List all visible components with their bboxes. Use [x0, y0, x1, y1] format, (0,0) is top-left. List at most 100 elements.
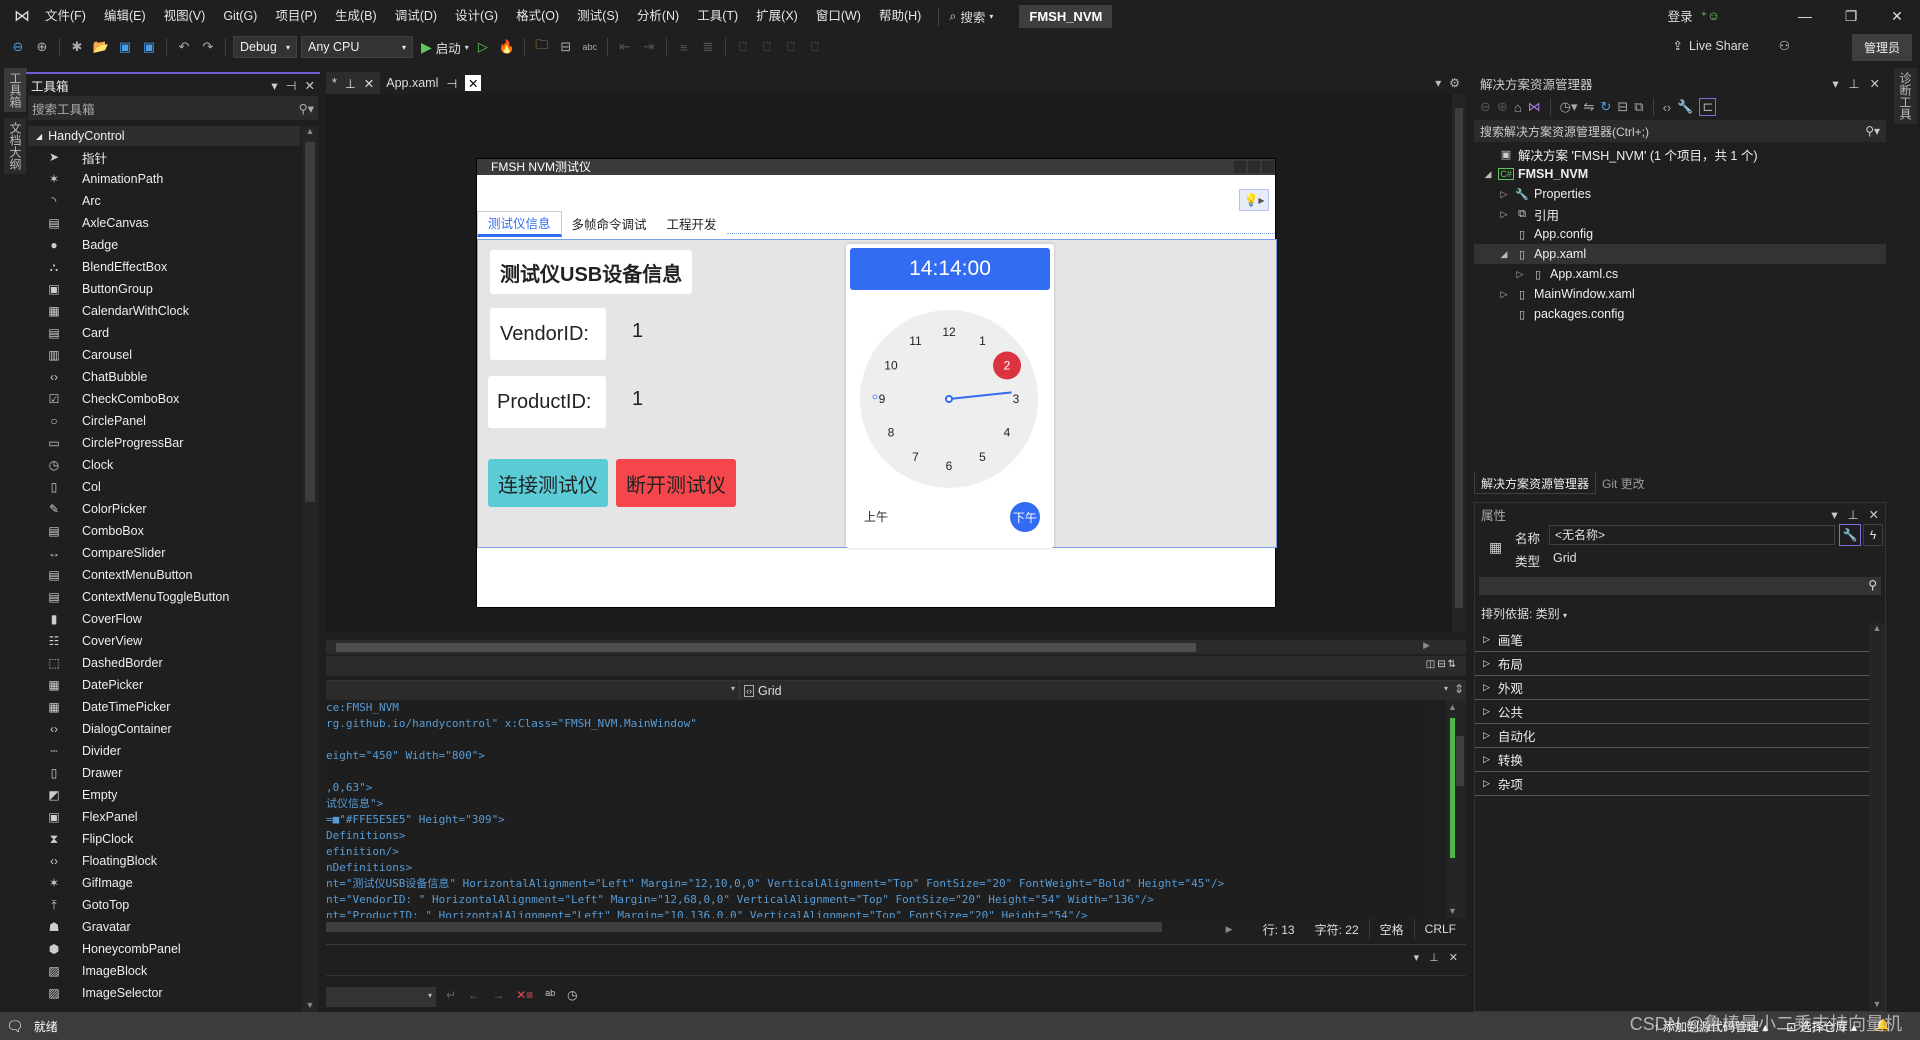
- type-dropdown[interactable]: ▾: [326, 681, 740, 700]
- forward-icon[interactable]: ⊕: [1497, 99, 1508, 115]
- quick-actions-lightbulb-icon[interactable]: 💡 ▶: [1239, 189, 1269, 211]
- property-category[interactable]: ▷ 布局: [1475, 652, 1871, 676]
- clock-face[interactable]: 121234567891011: [860, 310, 1038, 488]
- tab-git-changes[interactable]: Git 更改: [1596, 472, 1651, 494]
- clear-all-icon[interactable]: ✕≡: [516, 988, 533, 1002]
- code-line[interactable]: nt="ProductID: " HorizontalAlignment="Le…: [326, 908, 1426, 918]
- pending-changes-filter-icon[interactable]: ◷▾: [1560, 99, 1578, 115]
- layout-icon[interactable]: ⊟: [556, 37, 576, 57]
- restore-button[interactable]: ❐: [1828, 0, 1874, 32]
- code-line[interactable]: ce:FMSH_NVM: [326, 700, 1426, 716]
- close-icon[interactable]: ✕: [1869, 507, 1879, 522]
- scrollbar-thumb[interactable]: [1456, 736, 1464, 786]
- designer-hscrollbar[interactable]: ▶: [326, 640, 1466, 654]
- connect-tester-button[interactable]: 连接测试仪: [488, 459, 608, 507]
- toolbox-item[interactable]: ▦ DateTimePicker: [28, 696, 300, 718]
- designer-code-splitter[interactable]: ◫ ⊟ ⇅: [326, 656, 1466, 676]
- expand-arrow-icon[interactable]: ▷: [1498, 209, 1510, 220]
- login-button[interactable]: 登录 ⁺☺: [1668, 6, 1720, 25]
- expand-arrow-icon[interactable]: ◢: [1498, 249, 1510, 260]
- menu-item[interactable]: 编辑(E): [95, 0, 155, 32]
- clear-bookmarks-icon[interactable]: ⎕: [805, 37, 825, 57]
- close-icon[interactable]: ✕: [465, 75, 482, 91]
- code-line[interactable]: =■"#FFE5E5E5" Height="309">: [326, 812, 1426, 828]
- find-in-files-icon[interactable]: 🗀: [532, 37, 552, 57]
- toolbox-item[interactable]: ⤒ GotoTop: [28, 894, 300, 916]
- sort-by-dropdown[interactable]: 排列依据: 类别 ▾: [1475, 599, 1885, 628]
- expand-arrow-icon[interactable]: ▷: [1514, 269, 1526, 280]
- property-category[interactable]: ▷ 画笔: [1475, 628, 1871, 652]
- clock-number[interactable]: 12: [942, 325, 956, 339]
- expand-arrow-icon[interactable]: ▷: [1498, 289, 1510, 300]
- tree-item[interactable]: ◢ ▯ App.xaml: [1474, 244, 1886, 264]
- toolbox-item[interactable]: ⧗ FlipClock: [28, 828, 300, 850]
- close-icon[interactable]: ✕: [1870, 76, 1880, 91]
- search-button[interactable]: ⌕ 搜索 ▾: [938, 6, 1003, 26]
- next-bookmark-icon[interactable]: ⎕: [781, 37, 801, 57]
- prev-message-icon[interactable]: ←: [468, 988, 480, 1002]
- scrollbar-thumb[interactable]: [305, 142, 315, 502]
- code-line[interactable]: eight="450" Width="800">: [326, 748, 1426, 764]
- window-position-icon[interactable]: ▾: [1831, 507, 1837, 522]
- toolbox-search-input[interactable]: 搜索工具箱 ⚲▾: [28, 96, 318, 120]
- menu-item[interactable]: 工具(T): [688, 0, 747, 32]
- scroll-down-icon[interactable]: ▼: [302, 1000, 318, 1010]
- window-position-icon[interactable]: ▾: [271, 78, 277, 93]
- show-all-files-icon[interactable]: ⧉: [1634, 99, 1643, 115]
- property-category[interactable]: ▷ 转换: [1475, 748, 1871, 772]
- toolbox-tab[interactable]: 工具箱: [4, 68, 27, 112]
- preview-selected-icon[interactable]: ⊏: [1699, 98, 1717, 116]
- clock-number[interactable]: 1: [979, 334, 986, 348]
- toolbox-item[interactable]: ▯ Col: [28, 476, 300, 498]
- view-code-icon[interactable]: ‹›: [1663, 100, 1672, 115]
- open-file-icon[interactable]: 📂: [91, 37, 111, 57]
- code-hscrollbar[interactable]: [326, 922, 1162, 932]
- toolbox-item[interactable]: ▤ AxleCanvas: [28, 212, 300, 234]
- pin-icon[interactable]: ⊣: [446, 76, 457, 91]
- toolbox-item[interactable]: ▣ ButtonGroup: [28, 278, 300, 300]
- start-debugging-button[interactable]: ▶ 启动 ▾: [421, 38, 469, 57]
- clock-number[interactable]: 11: [909, 334, 922, 348]
- menu-item[interactable]: 分析(N): [628, 0, 688, 32]
- pin-icon[interactable]: ⊥: [1849, 76, 1860, 91]
- name-input[interactable]: <无名称>: [1549, 525, 1835, 545]
- toolbox-scrollbar[interactable]: ▲ ▼: [302, 126, 318, 1012]
- save-icon[interactable]: ▣: [115, 37, 135, 57]
- scrollbar-thumb[interactable]: [1455, 108, 1463, 608]
- tab-app-xaml[interactable]: App.xaml ⊣ ✕: [380, 72, 487, 94]
- clock-number[interactable]: 2: [1004, 359, 1011, 373]
- code-line[interactable]: nt="测试仪USB设备信息" HorizontalAlignment="Lef…: [326, 876, 1426, 892]
- feedback-icon[interactable]: ⚇: [1779, 38, 1790, 53]
- hot-reload-icon[interactable]: 🔥: [497, 37, 517, 57]
- property-category[interactable]: ▷ 杂项: [1475, 772, 1871, 796]
- code-line[interactable]: nDefinitions>: [326, 860, 1426, 876]
- spell-check-icon[interactable]: abc: [580, 37, 600, 57]
- tree-item[interactable]: ◢ C# FMSH_NVM: [1474, 164, 1886, 184]
- toolbox-item[interactable]: ▭ CircleProgressBar: [28, 432, 300, 454]
- save-all-icon[interactable]: ▣: [139, 37, 159, 57]
- code-line[interactable]: nt="VendorID: " HorizontalAlignment="Lef…: [326, 892, 1426, 908]
- toolbox-item[interactable]: ▦ CalendarWithClock: [28, 300, 300, 322]
- toolbox-item[interactable]: ☗ Gravatar: [28, 916, 300, 938]
- navigate-forward-icon[interactable]: ⊕: [32, 37, 52, 57]
- properties-search-input[interactable]: ⚲: [1479, 577, 1881, 595]
- diagnostic-tools-tab[interactable]: 诊断工具: [1894, 68, 1917, 124]
- sync-with-document-icon[interactable]: ⇋: [1584, 99, 1595, 115]
- toolbox-item[interactable]: ▯ Drawer: [28, 762, 300, 784]
- wpf-tab-engineering[interactable]: 工程开发: [657, 211, 727, 237]
- clock-number[interactable]: 10: [884, 359, 898, 373]
- toolbox-item[interactable]: ⬢ HoneycombPanel: [28, 938, 300, 960]
- scroll-up-icon[interactable]: ▲: [1448, 702, 1457, 712]
- scroll-right-icon[interactable]: ▶: [1226, 924, 1233, 935]
- home-icon[interactable]: ⌂: [1514, 100, 1522, 115]
- search-icon[interactable]: ⚲▾: [1865, 124, 1880, 138]
- toolbox-item[interactable]: ● Badge: [28, 234, 300, 256]
- uncomment-icon[interactable]: ≣: [698, 37, 718, 57]
- element-dropdown[interactable]: ‹› Grid: [744, 681, 782, 700]
- property-category[interactable]: ▷ 外观: [1475, 676, 1871, 700]
- toolbox-item[interactable]: ‹› DialogContainer: [28, 718, 300, 740]
- code-line[interactable]: ,0,63">: [326, 780, 1426, 796]
- settings-gear-icon[interactable]: ⚙: [1449, 76, 1460, 90]
- tab-solution-explorer[interactable]: 解决方案资源管理器: [1474, 472, 1597, 494]
- tree-item[interactable]: ▷ 🔧 Properties: [1474, 184, 1886, 204]
